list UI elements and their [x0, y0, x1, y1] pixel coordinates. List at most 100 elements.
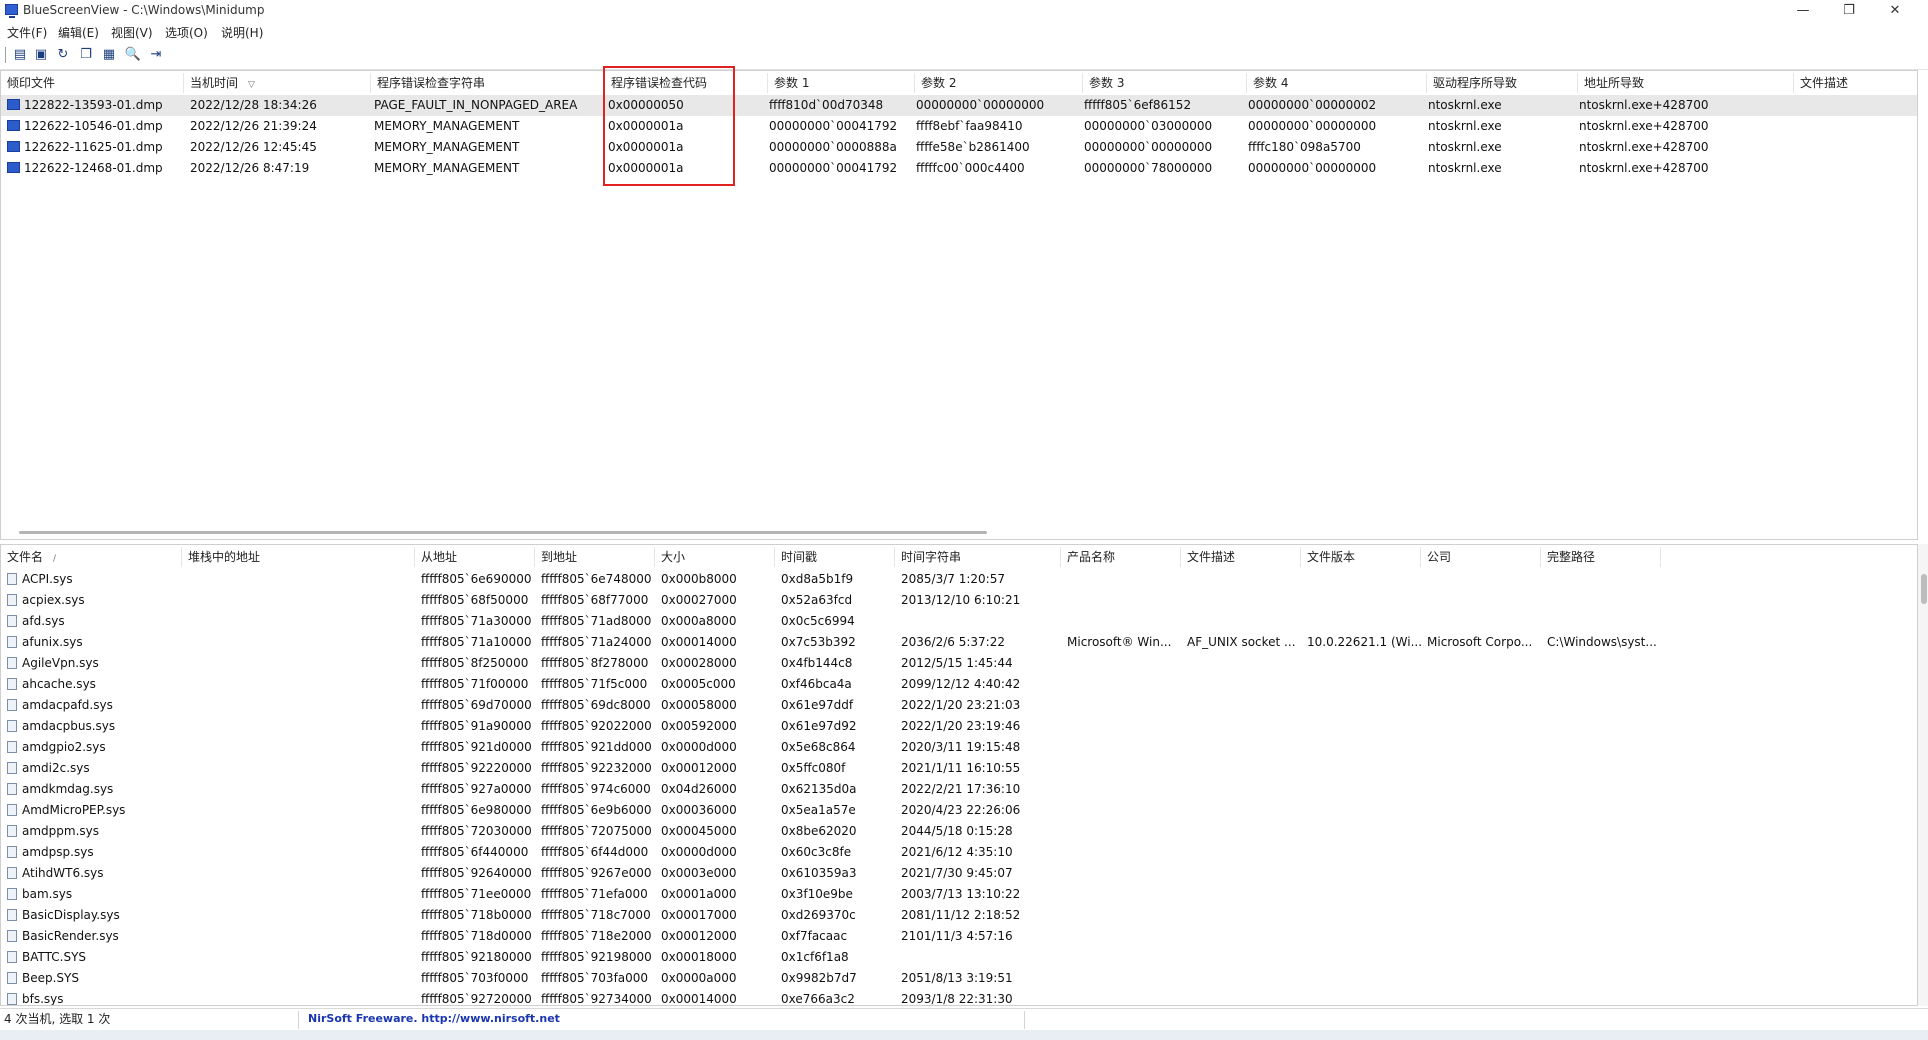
menu-file[interactable]: 文件(F)	[7, 24, 47, 41]
file-version-cell	[1301, 863, 1421, 884]
driver-row[interactable]: ahcache.sys fffff805`71f00000 fffff805`71f…	[1, 674, 1917, 695]
driver-row[interactable]: amdacpafd.sys fffff805`69d70000 fffff805`6…	[1, 695, 1917, 716]
driver-row[interactable]: afd.sys fffff805`71a30000 fffff805`71ad800…	[1, 611, 1917, 632]
driver-row[interactable]: ACPI.sys fffff805`6e690000 fffff805`6e7480…	[1, 569, 1917, 590]
file-version-cell	[1301, 590, 1421, 611]
size-cell: 0x00036000	[661, 803, 737, 817]
dump-row[interactable]: 122622-12468-01.dmp 2022/12/26 8:47:19 M…	[1, 158, 1917, 179]
col-size[interactable]: 大小	[655, 547, 775, 567]
driver-row[interactable]: amdkmdag.sys fffff805`927a0000 fffff805`97…	[1, 779, 1917, 800]
col-param2[interactable]: 参数 2	[915, 73, 1083, 93]
driver-row[interactable]: AgileVpn.sys fffff805`8f250000 fffff805`8f…	[1, 653, 1917, 674]
find-button[interactable]: 🔍	[124, 46, 142, 64]
col-full-path[interactable]: 完整路径	[1541, 547, 1661, 567]
address-in-stack-cell	[182, 947, 415, 968]
filename-cell: AgileVpn.sys	[1, 653, 182, 674]
col-param4[interactable]: 参数 4	[1247, 73, 1427, 93]
driver-row[interactable]: amdpsp.sys fffff805`6f440000 fffff805`6f44…	[1, 842, 1917, 863]
col-file-description[interactable]: 文件描述	[1181, 547, 1301, 567]
driver-row[interactable]: BATTC.SYS fffff805`92180000 fffff805`92198…	[1, 947, 1917, 968]
file-description-cell	[1181, 716, 1301, 737]
col-timestamp[interactable]: 时间戳	[775, 547, 895, 567]
report-button[interactable]: ▦	[100, 46, 118, 64]
dump-file-icon	[7, 162, 20, 173]
driver-row[interactable]: amdacpbus.sys fffff805`91a90000 fffff805`9…	[1, 716, 1917, 737]
status-bar: 4 次当机, 选取 1 次 NirSoft Freeware. http://w…	[0, 1008, 1928, 1030]
filename-cell: AtihdWT6.sys	[1, 863, 182, 884]
driver-row[interactable]: Beep.SYS fffff805`703f0000 fffff805`703fa0…	[1, 968, 1917, 989]
product-name-cell	[1061, 926, 1181, 947]
driver-list-pane[interactable]: 文件名 / 堆栈中的地址 从地址 到地址 大小 时间戳 时间字符串 产品名称 文件…	[0, 544, 1918, 1006]
col-caused-by-driver[interactable]: 驱动程序所导致	[1427, 73, 1578, 93]
menu-bar: 文件(F) 编辑(E) 视图(V) 选项(O) 说明(H)	[0, 22, 1928, 42]
dump-list-pane[interactable]: 倾印文件 当机时间 ▽ 程序错误检查字符串 程序错误检查代码 参数 1 参数 2 …	[0, 70, 1918, 540]
refresh-button[interactable]: ↻	[54, 46, 72, 64]
exit-button[interactable]: ⇥	[147, 46, 165, 64]
dump-row[interactable]: 122622-11625-01.dmp 2022/12/26 12:45:45 …	[1, 137, 1917, 158]
dump-row[interactable]: 122622-10546-01.dmp 2022/12/26 21:39:24 …	[1, 116, 1917, 137]
address-in-stack-cell	[182, 989, 415, 1005]
menu-options[interactable]: 选项(O)	[165, 24, 208, 41]
time-string-cell: 2022/1/20 23:21:03	[901, 698, 1021, 712]
close-button[interactable]: ✕	[1872, 0, 1918, 22]
product-name-cell: Microsoft® Win...	[1067, 635, 1172, 649]
driver-row[interactable]: amdgpio2.sys fffff805`921d0000 fffff805`92…	[1, 737, 1917, 758]
minimize-button[interactable]: —	[1780, 0, 1826, 22]
driver-row[interactable]: amdi2c.sys fffff805`92220000 fffff805`9223…	[1, 758, 1917, 779]
driver-row[interactable]: AtihdWT6.sys fffff805`92640000 fffff805`92…	[1, 863, 1917, 884]
col-address-in-stack[interactable]: 堆栈中的地址	[182, 547, 415, 567]
horizontal-scrollbar[interactable]	[19, 531, 987, 534]
file-version-cell	[1301, 758, 1421, 779]
driver-row[interactable]: BasicDisplay.sys fffff805`718b0000 fffff80…	[1, 905, 1917, 926]
col-caused-by-address[interactable]: 地址所导致	[1578, 73, 1794, 93]
driver-row[interactable]: amdppm.sys fffff805`72030000 fffff805`7207…	[1, 821, 1917, 842]
vertical-scrollbar[interactable]	[1918, 544, 1928, 1006]
col-time-string[interactable]: 时间字符串	[895, 547, 1061, 567]
restore-button[interactable]: ❐	[1826, 0, 1872, 22]
col-crash-time[interactable]: 当机时间 ▽	[184, 73, 371, 93]
address-in-stack-cell	[182, 863, 415, 884]
driver-row[interactable]: acpiex.sys fffff805`68f50000 fffff805`68f7…	[1, 590, 1917, 611]
save-button[interactable]: ▣	[32, 46, 50, 64]
size-cell: 0x00592000	[661, 719, 737, 733]
driver-row[interactable]: AmdMicroPEP.sys fffff805`6e980000 fffff805…	[1, 800, 1917, 821]
file-version-cell	[1301, 695, 1421, 716]
file-version-cell	[1301, 716, 1421, 737]
col-company[interactable]: 公司	[1421, 547, 1541, 567]
col-param3[interactable]: 参数 3	[1083, 73, 1247, 93]
to-address-cell: fffff805`6f44d000	[541, 845, 649, 859]
col-file-description[interactable]: 文件描述	[1794, 73, 1917, 93]
to-address-cell: fffff805`92198000	[541, 950, 652, 964]
menu-view[interactable]: 视图(V)	[111, 24, 153, 41]
properties-button[interactable]: ▤	[11, 46, 29, 64]
menu-help[interactable]: 说明(H)	[221, 24, 263, 41]
col-dump-file[interactable]: 倾印文件	[1, 73, 184, 93]
file-description-cell	[1181, 695, 1301, 716]
product-name-cell	[1061, 674, 1181, 695]
to-address-cell: fffff805`6e9b6000	[541, 803, 652, 817]
col-param1[interactable]: 参数 1	[768, 73, 915, 93]
driver-row[interactable]: afunix.sys fffff805`71a10000 fffff805`71a2…	[1, 632, 1917, 653]
to-address-cell: fffff805`718c7000	[541, 908, 651, 922]
driver-file-icon	[7, 573, 17, 585]
col-to-address[interactable]: 到地址	[535, 547, 655, 567]
col-file-version[interactable]: 文件版本	[1301, 547, 1421, 567]
full-path-cell	[1541, 569, 1661, 590]
crash-time-cell: 2022/12/26 12:45:45	[190, 140, 317, 154]
file-description-cell	[1181, 569, 1301, 590]
dump-row[interactable]: 122822-13593-01.dmp 2022/12/28 18:34:26 …	[1, 95, 1917, 116]
size-cell: 0x00027000	[661, 593, 737, 607]
col-from-address[interactable]: 从地址	[415, 547, 535, 567]
driver-row[interactable]: bfs.sys fffff805`92720000 fffff805`9273400…	[1, 989, 1917, 1005]
col-bugcheck-string[interactable]: 程序错误检查字符串	[371, 73, 605, 93]
driver-row[interactable]: bam.sys fffff805`71ee0000 fffff805`71efa00…	[1, 884, 1917, 905]
nirsoft-link[interactable]: NirSoft Freeware. http://www.nirsoft.net	[308, 1009, 560, 1031]
col-product-name[interactable]: 产品名称	[1061, 547, 1181, 567]
driver-row[interactable]: BasicRender.sys fffff805`718d0000 fffff805…	[1, 926, 1917, 947]
copy-button[interactable]: ❐	[77, 46, 95, 64]
scroll-thumb[interactable]	[1921, 574, 1927, 604]
menu-edit[interactable]: 编辑(E)	[58, 24, 99, 41]
caused-by-driver-cell: ntoskrnl.exe	[1428, 119, 1502, 133]
file-version-cell	[1301, 779, 1421, 800]
col-filename[interactable]: 文件名 /	[1, 547, 182, 567]
